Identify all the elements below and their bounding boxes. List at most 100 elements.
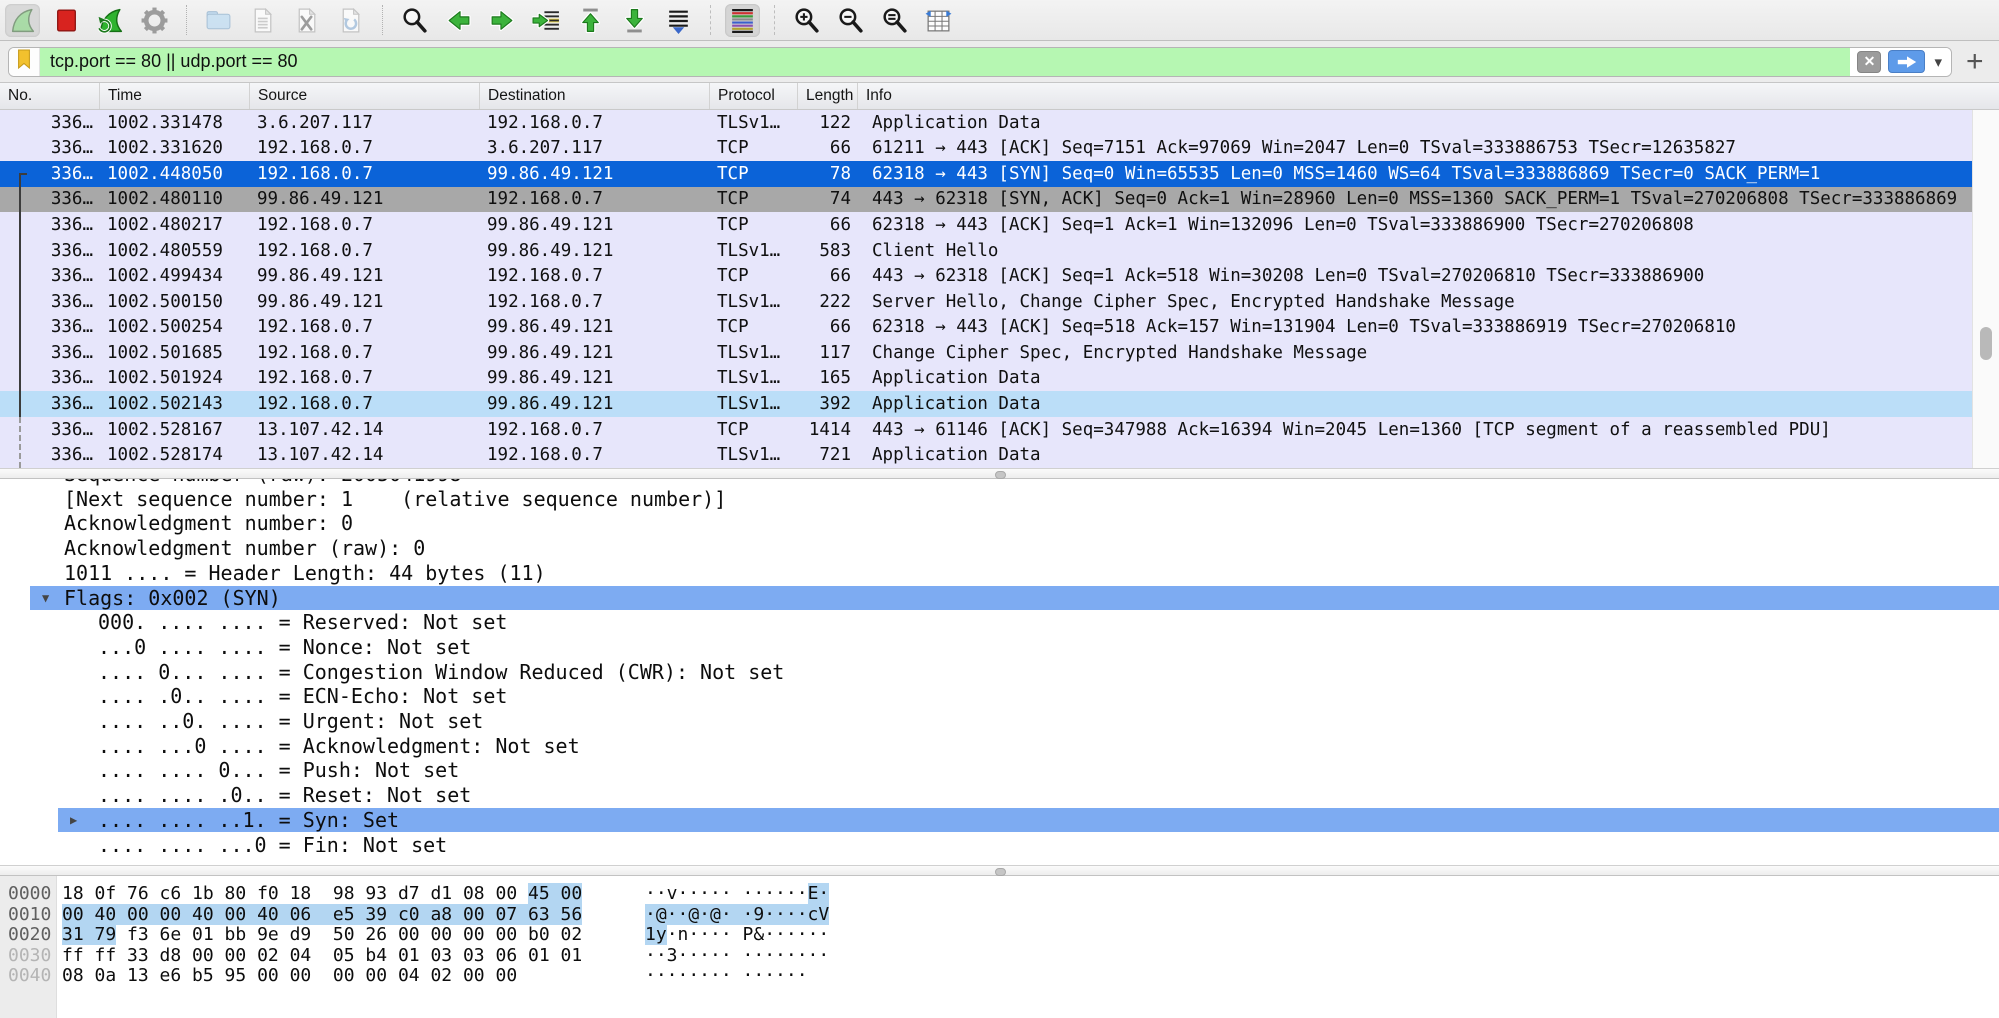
filter-dropdown-button[interactable]: ▾ — [1932, 53, 1944, 71]
detail-row[interactable]: .... ...0 .... = Acknowledgment: Not set — [0, 734, 1999, 759]
hex-ascii[interactable]: ·@··@·@· ·9····cV — [645, 905, 829, 926]
cell-info: 61211 → 443 [ACK] Seq=7151 Ack=97069 Win… — [858, 136, 1972, 162]
detail-row[interactable]: 1011 .... = Header Length: 44 bytes (11) — [0, 561, 1999, 586]
display-filter-input[interactable]: tcp.port == 80 || udp.port == 80 — [40, 48, 1850, 76]
capture-options-button[interactable] — [137, 4, 172, 37]
detail-row[interactable]: .... .0.. .... = ECN-Echo: Not set — [0, 684, 1999, 709]
filter-apply-button[interactable] — [1888, 50, 1925, 73]
hex-row[interactable]: 0010 00 40 00 00 40 00 40 06 e5 39 c0 a8… — [0, 905, 1999, 926]
detail-row[interactable]: .... ..0. .... = Urgent: Not set — [0, 709, 1999, 734]
find-packet-button[interactable] — [397, 4, 432, 37]
cell-time: 1002.528174 — [100, 442, 250, 468]
hex-bytes[interactable]: 08 0a 13 e6 b5 95 00 00 00 00 04 02 00 0… — [62, 966, 517, 987]
close-file-button — [289, 4, 324, 37]
cell-length: 66 — [798, 263, 858, 289]
scrollbar-thumb[interactable] — [1980, 327, 1992, 360]
go-back-button[interactable] — [441, 4, 476, 37]
pane-splitter[interactable] — [0, 468, 1999, 479]
wireshark-window: tcp.port == 80 || udp.port == 80 ✕ ▾ + — [0, 0, 1999, 1018]
detail-row[interactable]: Acknowledgment number (raw): 0 — [0, 536, 1999, 561]
packet-row[interactable]: 336…1002.502143192.168.0.799.86.49.121TL… — [0, 391, 1972, 417]
cell-info: Application Data — [858, 366, 1972, 392]
hex-row[interactable]: 0030 ff ff 33 d8 00 00 02 04 05 b4 01 03… — [0, 946, 1999, 967]
filter-clear-button[interactable]: ✕ — [1857, 51, 1881, 73]
display-filter-field[interactable]: tcp.port == 80 || udp.port == 80 ✕ ▾ — [8, 47, 1952, 77]
cell-protocol: TLSv1… — [710, 391, 798, 417]
packet-row[interactable]: 336…1002.501685192.168.0.799.86.49.121TL… — [0, 340, 1972, 366]
detail-row[interactable]: ▼Flags: 0x002 (SYN) — [0, 586, 1999, 611]
zoom-reset-button[interactable] — [877, 4, 912, 37]
hex-bytes[interactable]: 00 40 00 00 40 00 40 06 e5 39 c0 a8 00 0… — [62, 905, 582, 926]
packet-row[interactable]: 336…1002.49943499.86.49.121192.168.0.7TC… — [0, 263, 1972, 289]
stop-capture-button[interactable] — [49, 4, 84, 37]
hex-offset: 0020 — [8, 925, 51, 946]
hex-row[interactable]: 0000 18 0f 76 c6 1b 80 f0 18 98 93 d7 d1… — [0, 884, 1999, 905]
expander-open-icon[interactable]: ▼ — [42, 586, 49, 611]
splitter-handle-icon — [995, 471, 1006, 479]
detail-row[interactable]: ...0 .... .... = Nonce: Not set — [0, 635, 1999, 660]
column-header-source[interactable]: Source — [250, 83, 480, 109]
packet-row[interactable]: 336…1002.480559192.168.0.799.86.49.121TL… — [0, 238, 1972, 264]
go-first-button[interactable] — [573, 4, 608, 37]
colorize-button[interactable] — [725, 4, 760, 37]
go-last-button[interactable] — [617, 4, 652, 37]
packet-row[interactable]: 336…1002.48011099.86.49.121192.168.0.7TC… — [0, 187, 1972, 213]
column-header-time[interactable]: Time — [100, 83, 250, 109]
hex-row[interactable]: 0040 08 0a 13 e6 b5 95 00 00 00 00 04 02… — [0, 966, 1999, 987]
cell-no: 336… — [0, 187, 100, 213]
packet-row[interactable]: 336…1002.52816713.107.42.14192.168.0.7TC… — [0, 417, 1972, 443]
cell-source: 13.107.42.14 — [250, 442, 480, 468]
filter-bookmark-button[interactable] — [9, 48, 40, 76]
column-header-destination[interactable]: Destination — [480, 83, 710, 109]
pane-splitter[interactable] — [0, 865, 1999, 876]
column-header-no[interactable]: No. — [0, 83, 100, 109]
detail-row[interactable]: .... .... ...0 = Fin: Not set — [0, 833, 1999, 858]
hex-ascii[interactable]: ··3····· ········ — [645, 946, 829, 967]
expander-closed-icon[interactable]: ▶ — [70, 808, 77, 833]
hex-ascii[interactable]: ········ ······ — [645, 966, 808, 987]
cell-info: Server Hello, Change Cipher Spec, Encryp… — [858, 289, 1972, 315]
magnifier-icon — [400, 6, 429, 35]
cell-time: 1002.502143 — [100, 391, 250, 417]
column-header-protocol[interactable]: Protocol — [710, 83, 798, 109]
packet-row[interactable]: 336…1002.501924192.168.0.799.86.49.121TL… — [0, 366, 1972, 392]
resize-columns-button[interactable] — [921, 4, 956, 37]
zoom-in-button[interactable] — [789, 4, 824, 37]
packet-row[interactable]: 336…1002.50015099.86.49.121192.168.0.7TL… — [0, 289, 1972, 315]
go-to-packet-button[interactable] — [529, 4, 564, 37]
hex-bytes[interactable]: 31 79 f3 6e 01 bb 9e d9 50 26 00 00 00 0… — [62, 925, 582, 946]
cell-length: 74 — [798, 187, 858, 213]
packet-row[interactable]: 336…1002.448050192.168.0.799.86.49.121TC… — [0, 161, 1972, 187]
column-header-info[interactable]: Info — [858, 83, 1999, 109]
zoom-out-button[interactable] — [833, 4, 868, 37]
hex-bytes[interactable]: ff ff 33 d8 00 00 02 04 05 b4 01 03 03 0… — [62, 946, 582, 967]
detail-row[interactable]: 000. .... .... = Reserved: Not set — [0, 610, 1999, 635]
detail-row-highlight — [30, 586, 1999, 611]
packet-row[interactable]: 336…1002.52817413.107.42.14192.168.0.7TL… — [0, 442, 1972, 468]
detail-row[interactable]: .... 0... .... = Congestion Window Reduc… — [0, 660, 1999, 685]
detail-row[interactable]: ▶.... .... ..1. = Syn: Set — [0, 808, 1999, 833]
hex-bytes[interactable]: 18 0f 76 c6 1b 80 f0 18 98 93 d7 d1 08 0… — [62, 884, 582, 905]
hex-ascii[interactable]: 1y·n···· P&······ — [645, 925, 829, 946]
go-forward-button[interactable] — [485, 4, 520, 37]
filter-add-button[interactable]: + — [1966, 48, 1984, 76]
detail-text: .... .... ...0 = Fin: Not set — [98, 833, 447, 858]
packet-row[interactable]: 336…1002.480217192.168.0.799.86.49.121TC… — [0, 212, 1972, 238]
hex-ascii[interactable]: ··v····· ······E· — [645, 884, 829, 905]
column-header-length[interactable]: Length — [798, 83, 858, 109]
detail-row[interactable]: Sequence number (raw): 2005041998 — [0, 479, 1999, 487]
packet-row[interactable]: 336…1002.331620192.168.0.73.6.207.117TCP… — [0, 136, 1972, 162]
arrow-left-icon — [444, 6, 473, 35]
hex-row[interactable]: 0020 31 79 f3 6e 01 bb 9e d9 50 26 00 00… — [0, 925, 1999, 946]
restart-capture-button[interactable] — [93, 4, 128, 37]
detail-row[interactable]: .... .... 0... = Push: Not set — [0, 758, 1999, 783]
cell-protocol: TCP — [710, 315, 798, 341]
packet-row[interactable]: 336…1002.3314783.6.207.117192.168.0.7TLS… — [0, 110, 1972, 136]
detail-row[interactable]: Acknowledgment number: 0 — [0, 511, 1999, 536]
cell-protocol: TCP — [710, 417, 798, 443]
auto-scroll-button[interactable] — [661, 4, 696, 37]
detail-row[interactable]: .... .... .0.. = Reset: Not set — [0, 783, 1999, 808]
packet-row[interactable]: 336…1002.500254192.168.0.799.86.49.121TC… — [0, 315, 1972, 341]
detail-row[interactable]: [Next sequence number: 1 (relative seque… — [0, 487, 1999, 512]
arrow-down-bar-icon — [620, 6, 649, 35]
